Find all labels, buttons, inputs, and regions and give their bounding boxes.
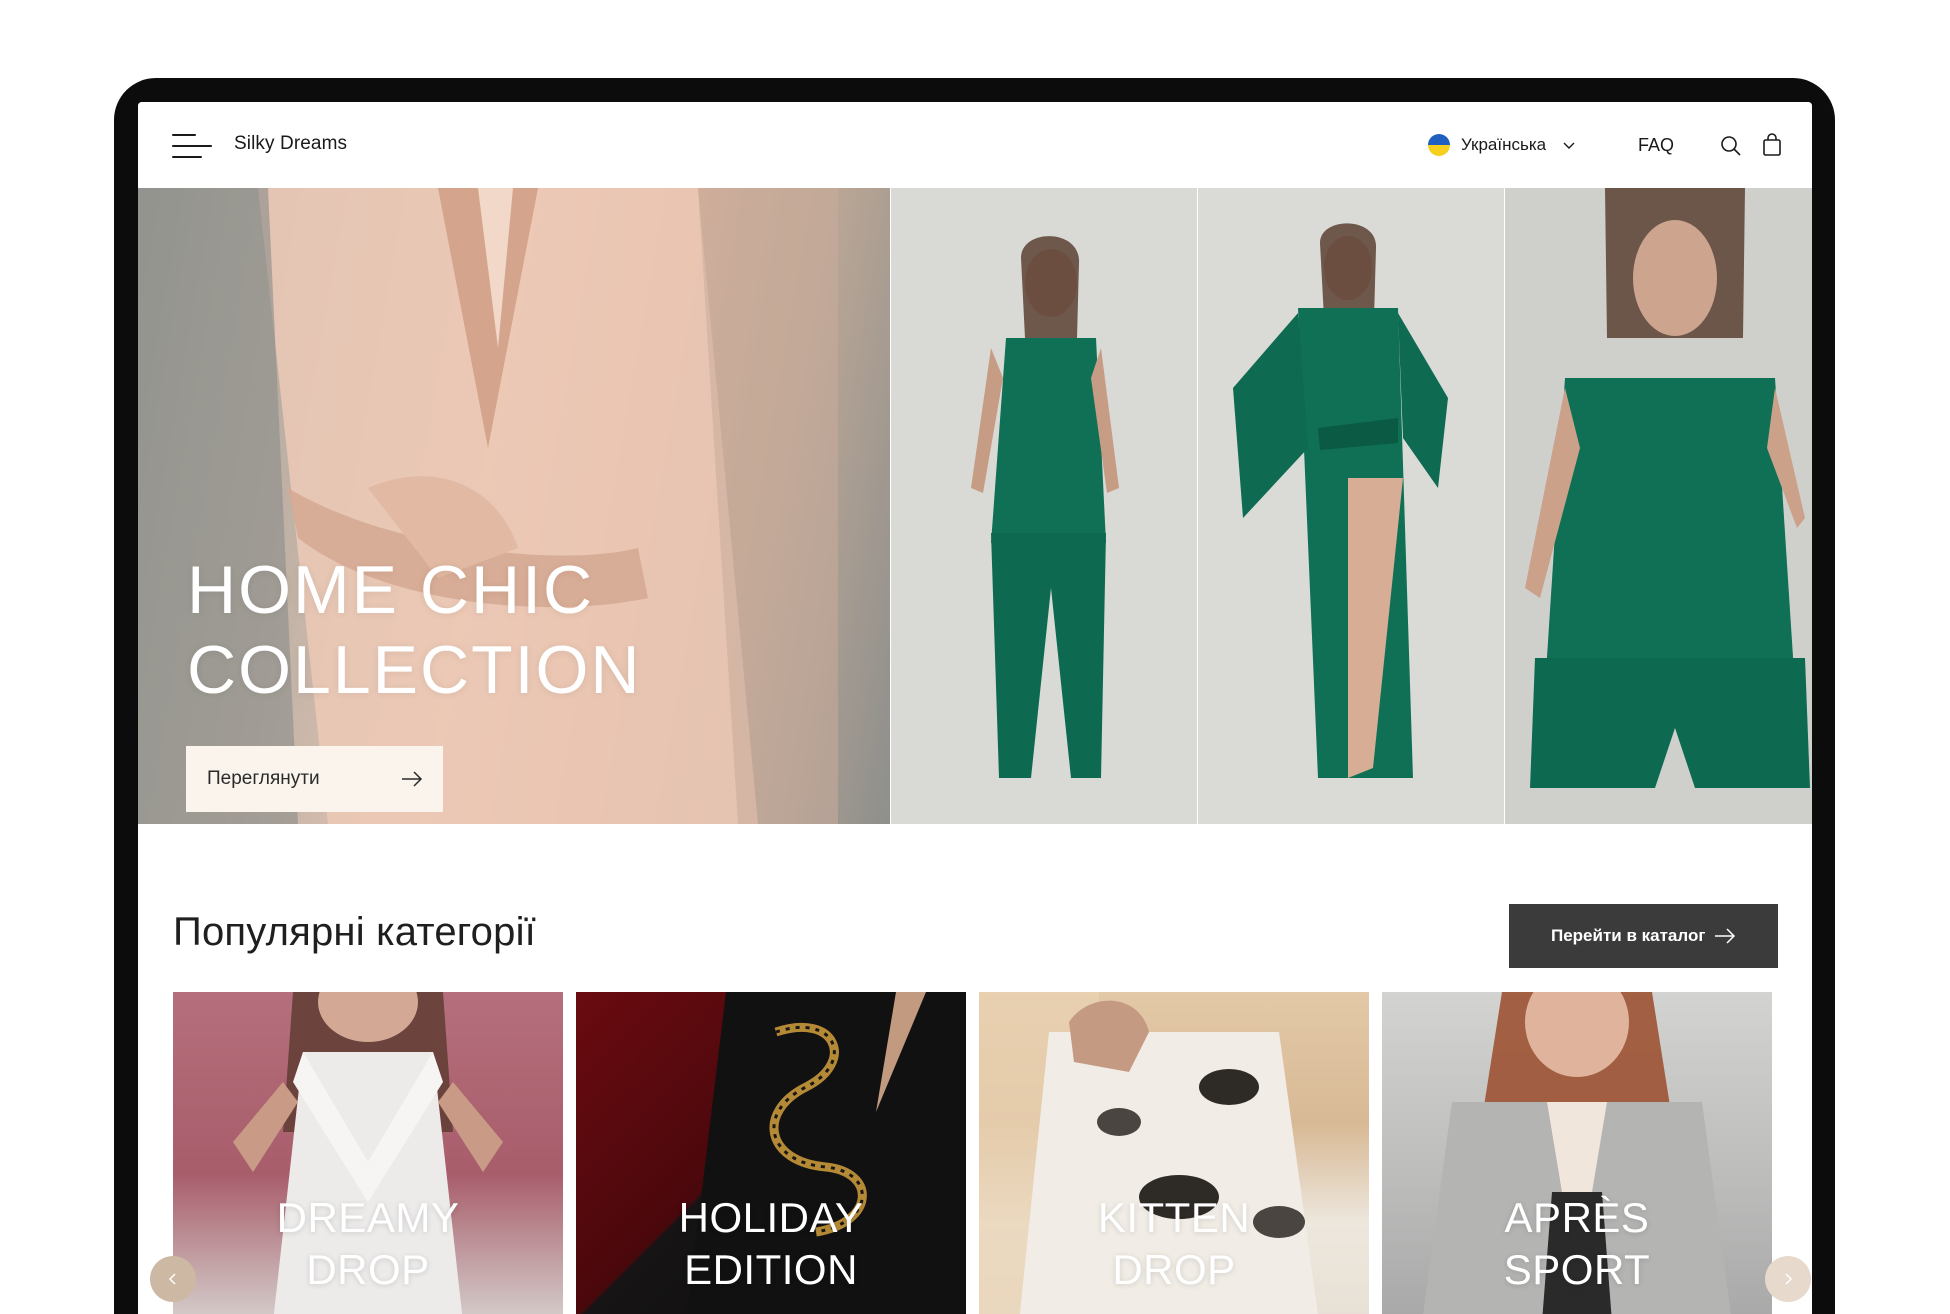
category-card-apres-sport[interactable]: APRÈS SPORT: [1382, 992, 1772, 1314]
category-title: APRÈS SPORT: [1503, 1194, 1651, 1293]
carousel-prev-button[interactable]: [150, 1256, 196, 1302]
category-card-kitten-drop[interactable]: KITTEN DROP: [979, 992, 1369, 1314]
hero-title: HOME CHIC COLLECTION: [187, 552, 642, 708]
section-title: Популярні категорії: [173, 910, 536, 954]
chevron-left-icon: [168, 1273, 176, 1285]
go-to-catalog-button[interactable]: Перейти в каталог: [1509, 904, 1778, 968]
menu-icon[interactable]: [172, 132, 214, 160]
chevron-down-icon: [1563, 142, 1575, 149]
site-header: Silky Dreams Українська FAQ: [138, 102, 1812, 188]
hero-view-button[interactable]: Переглянути: [186, 746, 443, 812]
hero-image-green-robe: [1198, 188, 1504, 824]
category-card-holiday-edition[interactable]: HOLIDAY EDITION: [576, 992, 966, 1314]
ukraine-flag-icon: [1428, 134, 1450, 156]
category-title: DREAMY DROP: [276, 1194, 460, 1293]
hero-image-green-set: [891, 188, 1197, 824]
hero-image-robe: HOME CHIC COLLECTION Переглянути: [138, 188, 890, 824]
language-label: Українська: [1461, 135, 1547, 154]
search-icon[interactable]: [1720, 135, 1742, 157]
language-selector[interactable]: Українська: [1428, 132, 1576, 158]
arrow-right-icon: [1715, 928, 1736, 944]
carousel-next-button[interactable]: [1765, 1256, 1811, 1302]
go-to-catalog-label: Перейти в каталог: [1551, 926, 1706, 945]
category-card-dreamy-drop[interactable]: DREAMY DROP: [173, 992, 563, 1314]
browser-viewport: Silky Dreams Українська FAQ HOME CHIC CO…: [138, 102, 1812, 1314]
faq-link[interactable]: FAQ: [1638, 135, 1674, 156]
hero-banner: HOME CHIC COLLECTION Переглянути: [138, 188, 1812, 824]
brand-logo[interactable]: Silky Dreams: [234, 133, 347, 155]
hero-view-button-label: Переглянути: [207, 768, 320, 789]
arrow-right-icon: [402, 771, 423, 787]
category-title: HOLIDAY EDITION: [678, 1194, 864, 1293]
shopping-bag-icon[interactable]: [1762, 133, 1782, 156]
hero-image-green-shorts: [1505, 188, 1812, 824]
category-title: KITTEN DROP: [1097, 1194, 1251, 1293]
chevron-right-icon: [1785, 1273, 1793, 1285]
